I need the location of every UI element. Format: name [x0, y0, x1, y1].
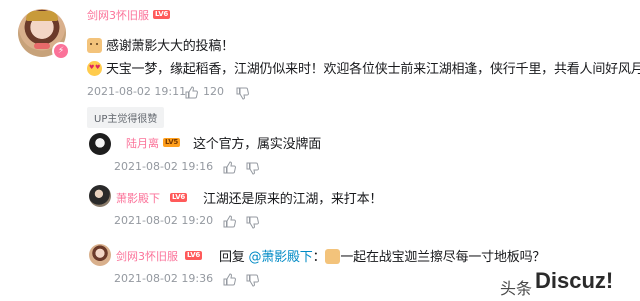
heart-eyes-emoji-icon: ♥ ♥	[87, 61, 102, 76]
reply-avatar[interactable]	[89, 133, 111, 155]
reply-avatar[interactable]	[89, 185, 111, 207]
level-badge: LV6	[170, 193, 187, 202]
reply-text: 这个官方，属实没牌面	[193, 137, 322, 152]
comment-text-line1: 感谢萧影大大的投稿！	[87, 35, 234, 54]
watermark-platform: 头条	[500, 279, 533, 298]
cat-emoji-icon	[87, 38, 102, 53]
thumbs-down-icon[interactable]	[236, 85, 249, 104]
up-liked-tag: UP主觉得很赞	[87, 107, 165, 128]
thumbs-up-icon[interactable]	[223, 213, 236, 232]
reply-username[interactable]: 陆月离	[126, 135, 159, 151]
comment-date: 2021-08-02 19:11	[87, 85, 187, 98]
reply-date: 2021-08-02 19:36	[114, 272, 214, 285]
level-badge: LV6	[153, 10, 170, 19]
level-badge: LV6	[185, 251, 202, 260]
like-count: 120	[203, 85, 224, 98]
reply-date: 2021-08-02 19:20	[114, 214, 214, 227]
thumbs-up-icon[interactable]	[223, 271, 236, 290]
comment-line1: 感谢萧影大大的投稿！	[105, 39, 234, 54]
mention-link[interactable]: @萧影殿下	[249, 250, 313, 265]
comment-username[interactable]: 剑网3怀旧服	[87, 7, 149, 23]
reply-label: 回复	[219, 250, 245, 265]
reply-date: 2021-08-02 19:16	[114, 160, 214, 173]
thumbs-down-icon[interactable]	[246, 160, 259, 179]
reply-username[interactable]: 萧影殿下	[116, 190, 160, 206]
thumbs-up-icon[interactable]	[223, 159, 236, 178]
reply-body: 一起在战宝迦兰擦尽每一寸地板吗？	[340, 250, 546, 265]
reply-text: 江湖还是原来的江湖，来打本！	[203, 192, 383, 207]
thumbs-up-icon[interactable]	[185, 84, 198, 103]
reply-colon: ：	[312, 250, 326, 265]
reply-username[interactable]: 剑网3怀旧服	[116, 248, 178, 264]
level-badge: LV5	[163, 138, 180, 147]
avatar-badge: ⚡	[52, 42, 70, 60]
thumbs-down-icon[interactable]	[246, 214, 259, 233]
cat-emoji-icon	[325, 249, 341, 264]
comment-line2: 天宝一梦，缘起稻香，江湖仍似来时！欢迎各位侠士前来江湖相逢，侠行千里，共看人间好…	[105, 62, 640, 77]
comment-text-line2: ♥ ♥ 天宝一梦，缘起稻香，江湖仍似来时！欢迎各位侠士前来江湖相逢，侠行千里，共…	[87, 58, 640, 77]
reply-avatar[interactable]	[89, 244, 111, 266]
thumbs-down-icon[interactable]	[246, 272, 259, 291]
watermark-logo: Discuz!	[535, 268, 614, 293]
reply-text: 回复 @萧影殿下： 一起在战宝迦兰擦尽每一寸地板吗？	[219, 246, 545, 265]
